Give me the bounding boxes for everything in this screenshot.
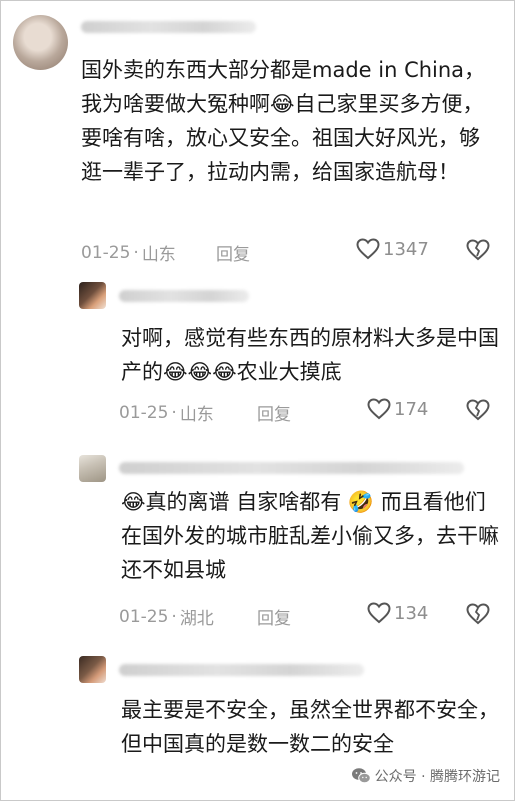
- broken-heart-icon: [466, 239, 490, 261]
- watermark: 公众号 · 腾腾环游记: [351, 766, 500, 786]
- watermark-text: 公众号 · 腾腾环游记: [374, 769, 500, 785]
- like-count: 174: [394, 398, 429, 420]
- meta-separator: ·: [171, 606, 177, 627]
- comment-date: 01-25: [119, 606, 169, 627]
- comment-section: 国外卖的东西大部分都是made in China，我为啥要做大冤种啊😂自己家里买…: [0, 0, 515, 801]
- reply-text: 最主要是不安全，虽然全世界都不安全，但中国真的是数一数二的安全: [121, 698, 499, 756]
- reply-button[interactable]: 回复: [216, 240, 250, 265]
- avatar[interactable]: [13, 15, 68, 70]
- comment-text: 国外卖的东西大部分都是made in China，我为啥要做大冤种啊😂自己家里买…: [81, 58, 486, 184]
- blurred-username: [119, 290, 249, 302]
- comment-location: 湖北: [179, 609, 214, 629]
- broken-heart-icon: [466, 399, 490, 421]
- blurred-username: [81, 21, 256, 33]
- blurred-username: [119, 462, 464, 474]
- comment-meta: 01-25 · 山东: [81, 240, 176, 266]
- comment-meta: 01-25 · 山东: [119, 400, 214, 426]
- avatar[interactable]: [79, 656, 106, 683]
- blurred-username: [119, 664, 364, 676]
- reply-label: 回复: [257, 405, 291, 425]
- like-button[interactable]: 174: [367, 398, 428, 420]
- reply-label: 回复: [216, 245, 250, 265]
- wechat-icon: [351, 768, 371, 784]
- reply-button[interactable]: 回复: [257, 604, 291, 629]
- comment-date: 01-25: [119, 402, 169, 423]
- comment-date: 01-25: [81, 242, 131, 263]
- heart-icon: [367, 602, 391, 624]
- comment-location: 山东: [179, 405, 214, 425]
- dislike-button[interactable]: [466, 399, 490, 425]
- avatar[interactable]: [79, 455, 106, 482]
- reply-label: 回复: [257, 609, 291, 629]
- meta-separator: ·: [133, 242, 139, 263]
- like-count: 1347: [383, 238, 429, 260]
- heart-icon: [367, 398, 391, 420]
- dislike-button[interactable]: [466, 603, 490, 629]
- comment-location: 山东: [141, 245, 176, 265]
- like-button[interactable]: 1347: [356, 238, 429, 260]
- broken-heart-icon: [466, 603, 490, 625]
- reply-button[interactable]: 回复: [257, 400, 291, 425]
- like-count: 134: [394, 602, 429, 624]
- reply-text: 😂真的离谱 自家啥都有 🤣 而且看他们在国外发的城市脏乱差小偷又多，去干嘛 还不…: [121, 490, 499, 582]
- comment-meta: 01-25 · 湖北: [119, 604, 214, 630]
- meta-separator: ·: [171, 402, 177, 423]
- reply-text: 对啊，感觉有些东西的原材料大多是中国产的😂😂😂农业大摸底: [121, 326, 499, 384]
- heart-icon: [356, 238, 380, 260]
- like-button[interactable]: 134: [367, 602, 428, 624]
- avatar[interactable]: [79, 282, 106, 309]
- dislike-button[interactable]: [466, 239, 490, 265]
